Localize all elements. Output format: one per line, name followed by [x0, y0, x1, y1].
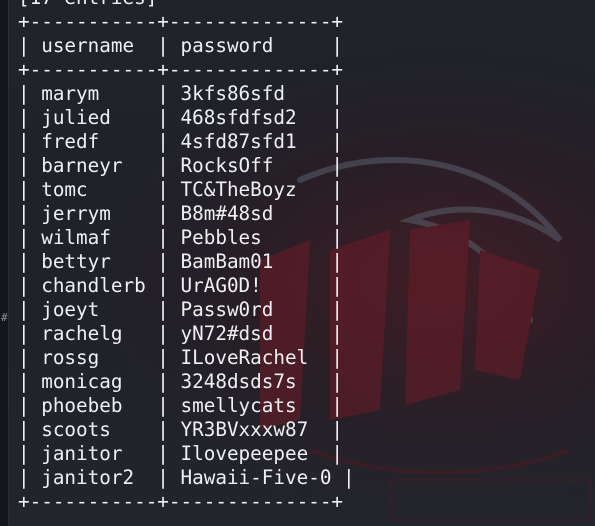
table-row: | barneyr | RocksOff |	[18, 154, 344, 177]
table-row: | julied | 468sfdfsd2 |	[18, 106, 344, 129]
table-row: | bettyr | BamBam01 |	[18, 250, 344, 273]
table-row: | janitor2 | Hawaii-Five-0 |	[18, 466, 355, 489]
table-row: | chandlerb | UrAG0D! |	[18, 274, 344, 297]
table-row: | marym | 3kfs86sfd |	[18, 82, 344, 105]
table-border: +-----------+--------------+	[18, 10, 344, 33]
table-border: +-----------+--------------+	[18, 490, 344, 513]
table-row: | jerrym | B8m#48sd |	[18, 202, 344, 225]
table-row: | scoots | YR3BVxxxw87 |	[18, 418, 344, 441]
table-header-row: | username | password |	[18, 34, 344, 57]
left-gutter: #	[0, 0, 9, 526]
sql-query-result-table: [17 entries]+-----------+--------------+…	[18, 0, 355, 514]
table-row: | joeyt | Passw0rd |	[18, 298, 344, 321]
table-row: | janitor | Ilovepeepee |	[18, 442, 344, 465]
gutter-mark: #	[1, 311, 8, 324]
table-row: | fredf | 4sfd87sfd1 |	[18, 130, 344, 153]
result-count-line: [17 entries]	[18, 0, 355, 10]
table-row: | tomc | TC&TheBoyz |	[18, 178, 344, 201]
table-row: | wilmaf | Pebbles |	[18, 226, 344, 249]
table-row: | rossg | ILoveRachel |	[18, 346, 344, 369]
table-border: +-----------+--------------+	[18, 58, 344, 81]
table-row: | phoebeb | smellycats |	[18, 394, 344, 417]
table-row: | monicag | 3248dsds7s |	[18, 370, 344, 393]
table-row: | rachelg | yN72#dsd |	[18, 322, 344, 345]
terminal-window: # [17 entries]+-----------+-------------…	[0, 0, 595, 526]
